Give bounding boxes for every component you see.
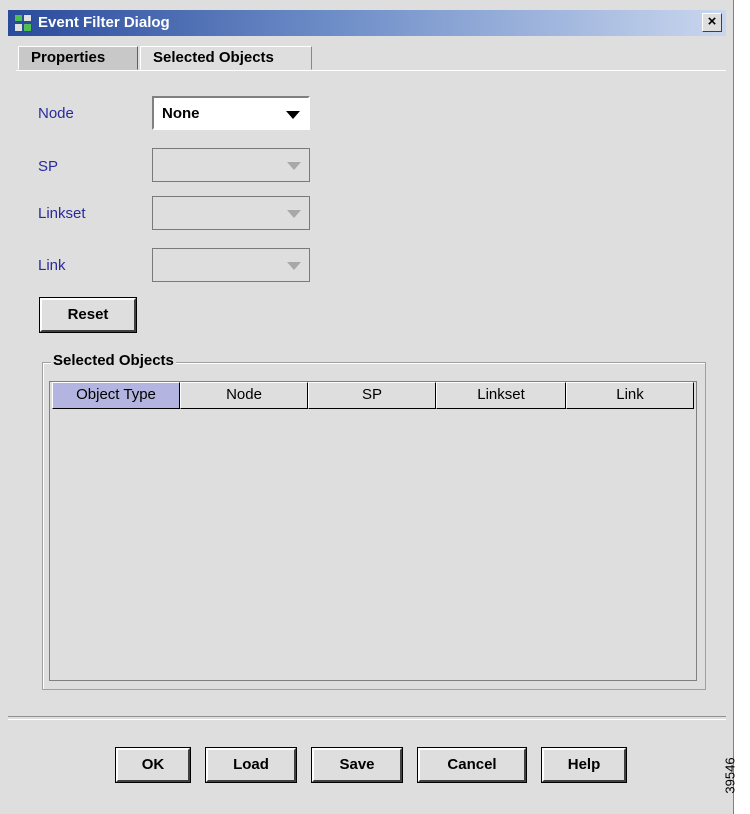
column-header-sp[interactable]: SP xyxy=(308,382,436,409)
reset-button[interactable]: Reset xyxy=(39,297,137,333)
help-button[interactable]: Help xyxy=(541,747,627,783)
linkset-dropdown[interactable] xyxy=(152,196,310,230)
column-header-link[interactable]: Link xyxy=(566,382,694,409)
chevron-down-icon xyxy=(287,262,301,270)
chevron-down-icon xyxy=(287,210,301,218)
ok-button[interactable]: OK xyxy=(115,747,191,783)
column-header-node[interactable]: Node xyxy=(180,382,308,409)
event-filter-dialog: Event Filter Dialog × Properties Selecte… xyxy=(0,0,734,814)
load-button[interactable]: Load xyxy=(205,747,297,783)
column-header-object-type[interactable]: Object Type xyxy=(52,382,180,409)
divider xyxy=(8,716,726,720)
title-bar[interactable]: Event Filter Dialog × xyxy=(8,10,726,36)
selected-objects-title: Selected Objects xyxy=(51,352,176,369)
tab-properties[interactable]: Properties xyxy=(18,46,138,70)
sp-label: SP xyxy=(38,158,59,175)
close-button[interactable]: × xyxy=(702,13,722,32)
node-dropdown-value: None xyxy=(162,105,200,122)
chevron-down-icon xyxy=(287,162,301,170)
figure-id-text: 39546 xyxy=(722,757,738,794)
app-icon xyxy=(14,14,32,32)
link-dropdown[interactable] xyxy=(152,248,310,282)
window-title: Event Filter Dialog xyxy=(38,14,170,31)
column-header-linkset[interactable]: Linkset xyxy=(436,382,566,409)
node-dropdown[interactable]: None xyxy=(152,96,310,130)
selected-objects-table[interactable]: Object Type Node SP Linkset Link xyxy=(49,381,697,681)
figure-id: 39546 xyxy=(723,746,750,806)
save-button[interactable]: Save xyxy=(311,747,403,783)
link-label: Link xyxy=(38,257,66,274)
cancel-button[interactable]: Cancel xyxy=(417,747,527,783)
sp-dropdown[interactable] xyxy=(152,148,310,182)
tab-selected-objects[interactable]: Selected Objects xyxy=(140,46,312,70)
chevron-down-icon xyxy=(286,111,300,119)
node-label: Node xyxy=(38,105,74,122)
selected-objects-group: Selected Objects Object Type Node SP Lin… xyxy=(42,352,706,690)
linkset-label: Linkset xyxy=(38,205,86,222)
